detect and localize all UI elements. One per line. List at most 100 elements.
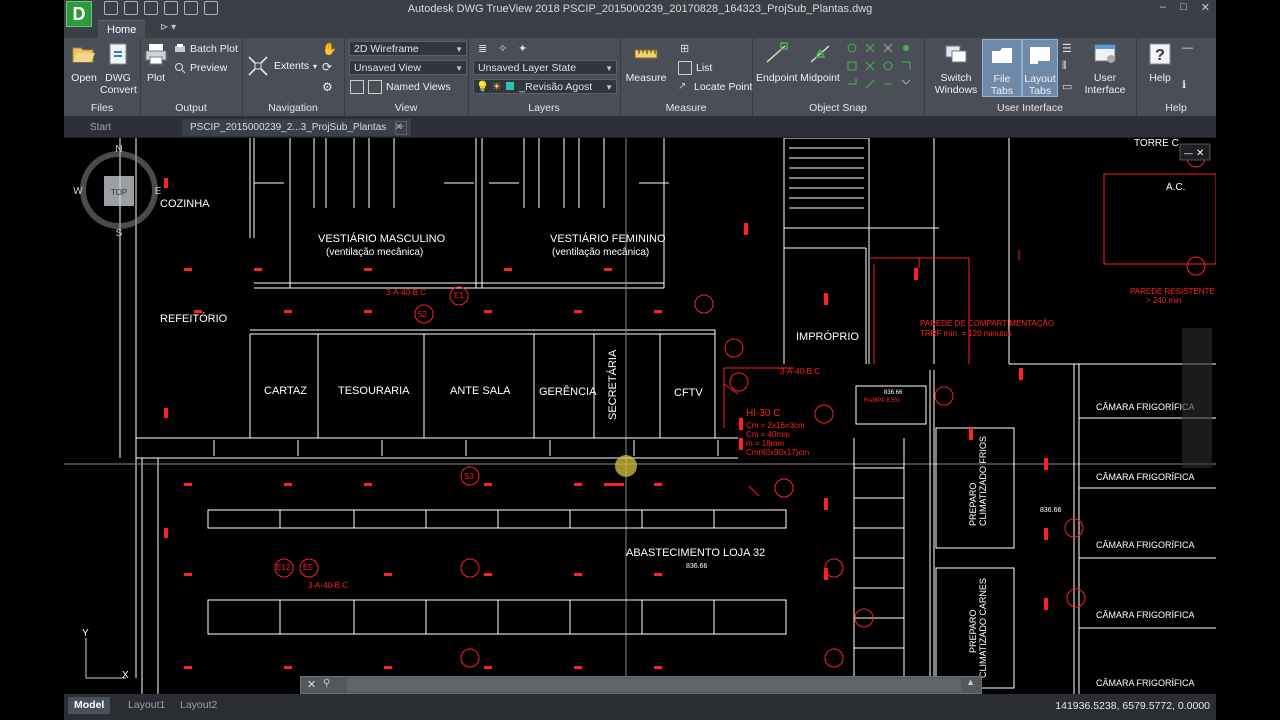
midpoint-snap-button[interactable]: Midpoint bbox=[800, 42, 840, 84]
batch-plot-button[interactable]: Batch Plot bbox=[174, 41, 238, 57]
layout-tabs-button[interactable]: Layout Tabs bbox=[1022, 39, 1058, 97]
layer-unisolate-icon[interactable]: ✦ bbox=[518, 42, 527, 55]
viewport-minus[interactable]: — bbox=[1184, 148, 1193, 158]
snap-mode-icons[interactable] bbox=[844, 40, 922, 98]
note-a40-b: 3-A-40-B:C bbox=[780, 367, 820, 376]
tab-layout2[interactable]: Layout2 bbox=[174, 697, 223, 714]
note-dims-2: Cm = 40mm bbox=[746, 430, 790, 439]
extents-button[interactable]: Extents ▾ bbox=[246, 56, 317, 76]
room-label-camara-4: CÂMARA FRIGORÍFICA bbox=[1096, 610, 1195, 620]
cursor-coordinates: 141936.5238, 6579.5772, 0.0000 bbox=[1055, 700, 1210, 712]
file-tabs-button[interactable]: File Tabs bbox=[982, 39, 1022, 97]
viewcube-south[interactable]: S bbox=[116, 228, 123, 239]
user-interface-button[interactable]: User Interface bbox=[1080, 42, 1130, 96]
group-measure: Measure ⊞ List ↗ Locate Point Measure bbox=[620, 38, 753, 116]
dwg-trueview-window: D Autodesk DWG TrueView 2018 PSCIP_20150… bbox=[64, 0, 1216, 720]
wall-lines bbox=[64, 138, 1216, 694]
room-label-abastecimento: ABASTECIMENTO LOJA 32 bbox=[626, 547, 765, 559]
command-line-settings-icon[interactable]: ⚲ bbox=[323, 678, 330, 689]
orbit-icon[interactable]: ⟳ bbox=[322, 60, 332, 74]
cascade-icon[interactable]: ▭ bbox=[1062, 80, 1072, 93]
dwg-convert-button[interactable]: DWG Convert bbox=[100, 42, 137, 96]
group-help: ? Help — ℹ Help bbox=[1136, 38, 1216, 116]
note-parede-res: PAREDE RESISTENTE bbox=[1130, 287, 1215, 296]
command-history-toggle-icon[interactable]: ▲ bbox=[966, 677, 975, 687]
drawing-canvas[interactable]: COZINHA VESTIÁRIO MASCULINO (ventilação … bbox=[64, 138, 1216, 694]
locate-point-button[interactable]: ↗ Locate Point bbox=[678, 79, 752, 95]
viewport-close-icon[interactable]: ✕ bbox=[1196, 148, 1204, 159]
ribbon-minimize-toggle[interactable]: ⊳ ▾ bbox=[160, 22, 176, 33]
maximize-button[interactable]: □ bbox=[1180, 1, 1187, 14]
viewcube-east[interactable]: E bbox=[155, 186, 162, 197]
tab-home[interactable]: Home bbox=[98, 20, 146, 39]
window-controls: – □ ✕ bbox=[1160, 1, 1210, 14]
group-title-files: Files bbox=[90, 102, 114, 114]
tag-e1: E1 bbox=[454, 291, 464, 300]
steering-wheel-icon[interactable]: ⚙ bbox=[322, 80, 333, 94]
viewports-icon bbox=[350, 80, 364, 94]
layer-isolate-icon[interactable]: ✧ bbox=[498, 42, 507, 55]
layer-properties-icon[interactable]: ≣ bbox=[478, 42, 487, 55]
tile-horizontal-icon[interactable]: ☰ bbox=[1062, 42, 1072, 55]
tab-start[interactable]: Start bbox=[82, 119, 119, 136]
tab-current-drawing[interactable]: PSCIP_2015000239_2...3_ProjSub_Plantas ✕ bbox=[182, 119, 411, 136]
tab-layout1[interactable]: Layout1 bbox=[122, 697, 171, 714]
plot-button[interactable]: Plot bbox=[142, 42, 170, 84]
lightbulb-icon: 💡 bbox=[476, 81, 490, 93]
room-label-camara-3: CÂMARA FRIGORÍFICA bbox=[1096, 540, 1195, 550]
svg-text:?: ? bbox=[1155, 47, 1165, 64]
note-dims-3: m = 18mm bbox=[746, 439, 784, 448]
list-icon bbox=[678, 61, 692, 75]
list-button[interactable]: List bbox=[678, 60, 712, 76]
ribbon-tab-bar: Home ⊳ ▾ bbox=[64, 18, 1216, 39]
minimize-button[interactable]: – bbox=[1160, 1, 1166, 14]
viewcube-west[interactable]: W bbox=[73, 186, 83, 197]
close-window-button[interactable]: ✕ bbox=[1201, 1, 1210, 14]
group-output: Plot Batch Plot Preview Output bbox=[140, 38, 243, 116]
open-button[interactable]: Open bbox=[68, 42, 100, 84]
group-title-help: Help bbox=[1165, 102, 1187, 114]
command-line-close-icon[interactable]: ✕ bbox=[307, 678, 316, 691]
room-label-ante-sala: ANTE SALA bbox=[450, 385, 511, 397]
named-view-select[interactable]: Unsaved View ▼ bbox=[349, 60, 467, 75]
group-title-layers: Layers bbox=[528, 102, 560, 114]
viewcube-top[interactable]: TOP bbox=[111, 188, 127, 197]
group-title-output: Output bbox=[175, 102, 207, 114]
preview-button[interactable]: Preview bbox=[174, 60, 227, 76]
measure-button[interactable]: Measure bbox=[624, 42, 668, 84]
ucs-icon bbox=[85, 638, 126, 679]
switch-windows-button[interactable]: Switch Windows bbox=[934, 42, 978, 96]
group-title-view: View bbox=[394, 102, 418, 114]
group-layers: ≣ ✧ ✦ Unsaved Layer State ▼ 💡 ☀ _Revisão … bbox=[468, 38, 621, 116]
help-dropdown-icon[interactable]: — bbox=[1182, 42, 1193, 54]
label-torre: TORRE C bbox=[1134, 138, 1179, 149]
viewcube-north[interactable]: N bbox=[115, 144, 122, 155]
named-views-button[interactable]: Named Views bbox=[350, 79, 451, 95]
visual-style-select[interactable]: 2D Wireframe ▼ bbox=[349, 41, 467, 56]
label-ac: A.C. bbox=[1166, 182, 1185, 193]
layer-color-swatch bbox=[506, 82, 515, 90]
help-icon: ? bbox=[1149, 43, 1171, 65]
pan-hand-icon[interactable]: ✋ bbox=[322, 42, 337, 56]
help-button[interactable]: ? Help bbox=[1142, 42, 1178, 84]
tile-vertical-icon[interactable]: ⫴ bbox=[1062, 60, 1067, 73]
current-layer-select[interactable]: 💡 ☀ _Revisão Agost ▼ bbox=[473, 79, 617, 94]
layer-state-select[interactable]: Unsaved Layer State ▼ bbox=[473, 60, 617, 75]
id-point-icon[interactable]: ⊞ bbox=[680, 42, 689, 55]
viewcube[interactable]: TOP N S E W bbox=[64, 138, 174, 248]
ribbon-panel: Open DWG Convert Files Plot Batch Plot P… bbox=[64, 38, 1216, 117]
group-title-navigation: Navigation bbox=[268, 102, 318, 114]
info-icon[interactable]: ℹ bbox=[1182, 78, 1186, 91]
group-view: 2D Wireframe ▼ Unsaved View ▼ Named Views … bbox=[344, 38, 469, 116]
floor-plan: COZINHA VESTIÁRIO MASCULINO (ventilação … bbox=[64, 138, 1216, 694]
endpoint-snap-button[interactable]: Endpoint bbox=[756, 42, 797, 84]
new-tab-button[interactable]: + bbox=[395, 121, 407, 135]
command-input[interactable] bbox=[347, 678, 961, 692]
room-label-vestiario-feminino: VESTIÁRIO FEMININO bbox=[550, 232, 666, 245]
tab-model[interactable]: Model bbox=[68, 697, 111, 714]
chevron-down-icon: ▼ bbox=[455, 45, 463, 54]
app-menu-button[interactable]: D bbox=[66, 1, 92, 27]
group-user-interface: Switch Windows File Tabs Layout Tabs ☰ ⫴… bbox=[924, 38, 1137, 116]
room-label-preparo-frios-sub: CLIMATIZADO FRIOS bbox=[978, 436, 988, 526]
navigation-bar[interactable] bbox=[1182, 328, 1212, 468]
